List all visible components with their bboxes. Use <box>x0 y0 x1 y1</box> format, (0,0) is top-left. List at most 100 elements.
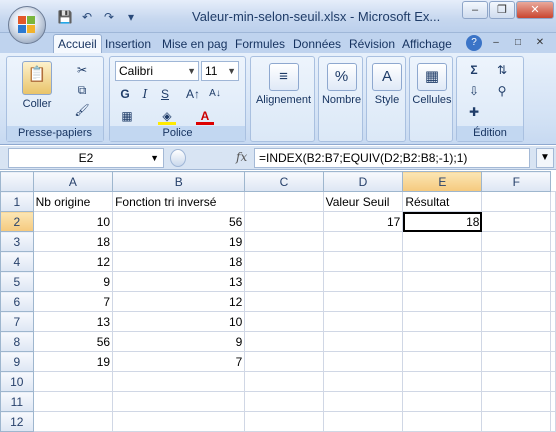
tab-revision[interactable]: Révision <box>349 35 395 53</box>
shrink-font-icon[interactable]: A↓ <box>206 85 224 103</box>
cell-filler[interactable] <box>550 251 556 272</box>
cell-f9[interactable] <box>481 351 551 372</box>
cell-b9[interactable]: 7 <box>112 351 246 372</box>
row-header[interactable]: 5 <box>0 271 34 292</box>
grow-font-icon[interactable]: A↑ <box>184 85 202 103</box>
number-button[interactable]: % Nombre <box>319 63 364 106</box>
row-header[interactable]: 12 <box>0 411 34 432</box>
cell-e8[interactable] <box>402 331 483 352</box>
cell-a6[interactable]: 7 <box>32 291 114 312</box>
cell-b12[interactable] <box>112 411 246 432</box>
restore-button[interactable]: ❐ <box>489 1 515 19</box>
cell-d3[interactable] <box>322 231 404 252</box>
undo-icon[interactable]: ↶ <box>78 9 96 25</box>
cell-d8[interactable] <box>322 331 404 352</box>
cell-c1[interactable] <box>244 191 324 212</box>
cells-button[interactable]: ▦ Cellules <box>410 63 454 106</box>
cell-filler[interactable] <box>550 311 556 332</box>
cell-filler[interactable] <box>550 391 556 412</box>
cell-e12[interactable] <box>402 411 483 432</box>
cell-e5[interactable] <box>402 271 483 292</box>
help-icon[interactable]: ? <box>466 35 482 51</box>
cell-e7[interactable] <box>402 311 483 332</box>
cell-f4[interactable] <box>481 251 551 272</box>
formula-bar-resize-handle[interactable] <box>170 149 186 167</box>
cell-e9[interactable] <box>402 351 483 372</box>
name-box[interactable]: E2 ▼ <box>8 148 164 168</box>
tab-accueil[interactable]: Accueil <box>53 34 102 54</box>
cell-d2[interactable]: 17 <box>322 211 404 232</box>
cell-a2[interactable]: 10 <box>32 211 114 232</box>
cell-filler[interactable] <box>550 291 556 312</box>
cell-c2[interactable] <box>244 211 324 232</box>
cell-d9[interactable] <box>322 351 404 372</box>
cell-filler[interactable] <box>550 351 556 372</box>
cell-e4[interactable] <box>402 251 483 272</box>
cell-filler[interactable] <box>550 211 556 232</box>
cell-e6[interactable] <box>402 291 483 312</box>
borders-icon[interactable]: ▦ <box>118 107 136 125</box>
cell-f3[interactable] <box>481 231 551 252</box>
column-header-a[interactable]: A <box>32 171 114 192</box>
cell-a7[interactable]: 13 <box>32 311 114 332</box>
row-header[interactable]: 2 <box>0 211 34 232</box>
format-painter-icon[interactable]: 🖌 <box>73 101 91 119</box>
cell-d7[interactable] <box>322 311 404 332</box>
tab-donnees[interactable]: Données <box>293 35 341 53</box>
cell-f8[interactable] <box>481 331 551 352</box>
cell-a11[interactable] <box>32 391 114 412</box>
cell-c6[interactable] <box>244 291 324 312</box>
cell-b10[interactable] <box>112 371 246 392</box>
row-header[interactable]: 4 <box>0 251 34 272</box>
fill-color-icon[interactable]: ◈ <box>158 107 176 125</box>
tab-formules[interactable]: Formules <box>235 35 285 53</box>
customize-qat-icon[interactable]: ▾ <box>122 9 140 25</box>
cell-filler[interactable] <box>550 271 556 292</box>
cell-filler[interactable] <box>550 331 556 352</box>
cell-d10[interactable] <box>322 371 404 392</box>
tab-affichage[interactable]: Affichage <box>402 35 452 53</box>
font-name-select[interactable]: Calibri ▼ <box>115 61 199 81</box>
cell-a9[interactable]: 19 <box>32 351 114 372</box>
cell-f11[interactable] <box>481 391 551 412</box>
row-header[interactable]: 10 <box>0 371 34 392</box>
cell-b8[interactable]: 9 <box>112 331 246 352</box>
cell-c3[interactable] <box>244 231 324 252</box>
font-size-select[interactable]: 11 ▼ <box>201 61 239 81</box>
cell-c12[interactable] <box>244 411 324 432</box>
cell-f12[interactable] <box>481 411 551 432</box>
style-button[interactable]: A Style <box>367 63 407 106</box>
cell-a4[interactable]: 12 <box>32 251 114 272</box>
paste-button[interactable]: 📋 Coller <box>11 61 63 110</box>
cell-f10[interactable] <box>481 371 551 392</box>
cell-f1[interactable] <box>481 191 551 212</box>
cell-b6[interactable]: 12 <box>112 291 246 312</box>
cell-filler[interactable] <box>550 411 556 432</box>
column-header-b[interactable]: B <box>112 171 246 192</box>
close-window-icon[interactable]: ✕ <box>532 35 548 51</box>
fill-icon[interactable]: ⇩ <box>465 82 483 100</box>
column-header-e[interactable]: E <box>402 171 483 192</box>
cell-c9[interactable] <box>244 351 324 372</box>
cell-d12[interactable] <box>322 411 404 432</box>
cell-c10[interactable] <box>244 371 324 392</box>
row-header[interactable]: 1 <box>0 191 34 212</box>
cell-a3[interactable]: 18 <box>32 231 114 252</box>
cell-c7[interactable] <box>244 311 324 332</box>
cell-b5[interactable]: 13 <box>112 271 246 292</box>
font-color-icon[interactable]: A <box>196 107 214 125</box>
row-header[interactable]: 8 <box>0 331 34 352</box>
select-all-corner[interactable] <box>0 171 34 192</box>
expand-formula-bar-icon[interactable]: ▼ <box>536 148 554 168</box>
cell-f5[interactable] <box>481 271 551 292</box>
autosum-icon[interactable]: Σ <box>465 61 483 79</box>
row-header[interactable]: 7 <box>0 311 34 332</box>
clear-icon[interactable]: ✚ <box>465 103 483 121</box>
cell-e3[interactable] <box>402 231 483 252</box>
cell-d4[interactable] <box>322 251 404 272</box>
bold-icon[interactable]: G <box>116 85 134 103</box>
save-icon[interactable]: 💾 <box>56 9 74 25</box>
minimize-button[interactable]: – <box>462 1 488 19</box>
cell-a5[interactable]: 9 <box>32 271 114 292</box>
cell-e10[interactable] <box>402 371 483 392</box>
